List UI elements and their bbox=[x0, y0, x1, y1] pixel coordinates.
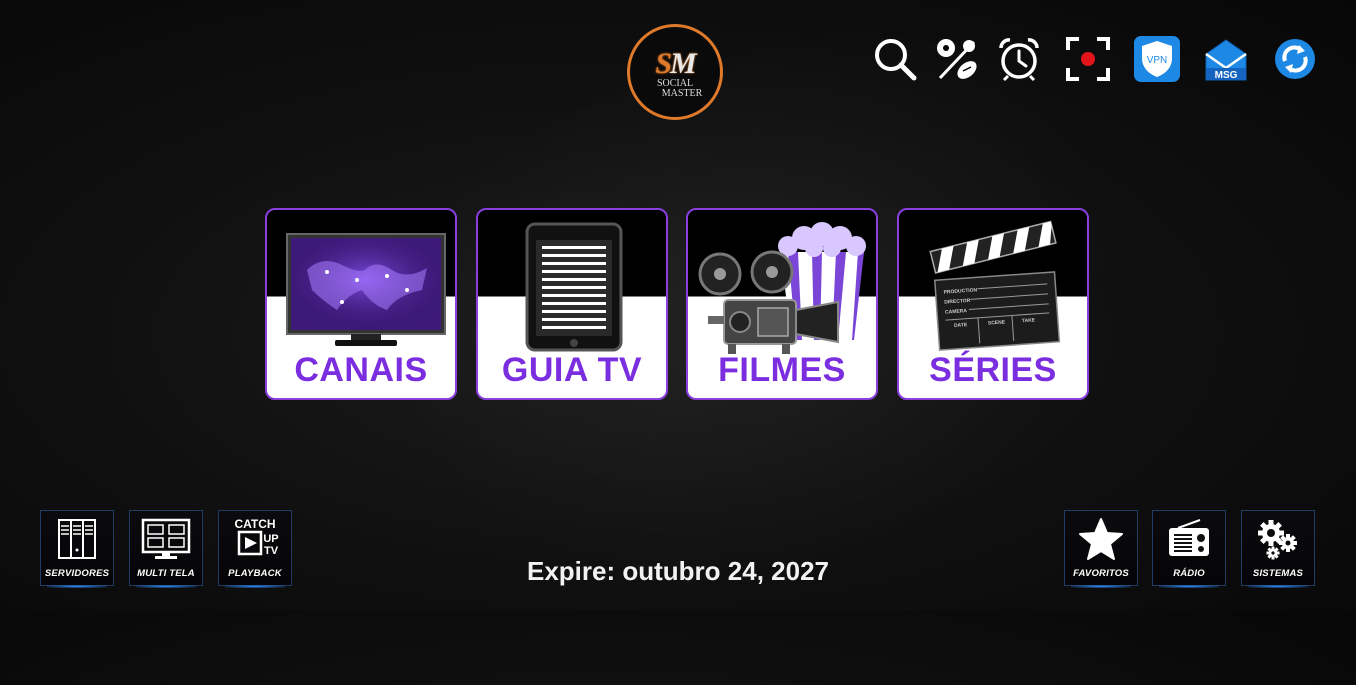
sistemas-label: SISTEMAS bbox=[1252, 568, 1304, 579]
tile-label: CANAIS bbox=[294, 351, 428, 389]
logo-line-2: MASTER bbox=[661, 88, 703, 99]
clapperboard-icon: PRODUCTION DIRECTOR CAMERA DATE SCENE TA… bbox=[929, 220, 1061, 351]
star-icon bbox=[1065, 517, 1137, 561]
clapper-scene: SCENE bbox=[988, 319, 1006, 326]
logo-mark-left: S bbox=[655, 47, 672, 80]
vpn-icon[interactable]: VPN bbox=[1134, 36, 1180, 82]
vpn-label: VPN bbox=[1147, 55, 1168, 66]
server-icon bbox=[41, 517, 113, 561]
multi-tela-label: MULTI TELA bbox=[137, 568, 195, 579]
logo-mark-right: M bbox=[670, 47, 697, 80]
expire-text: Expire: outubro 24, 2027 bbox=[527, 556, 829, 586]
tile-label: SÉRIES bbox=[929, 351, 1057, 389]
gears-icon bbox=[1242, 517, 1314, 561]
clapper-take: TAKE bbox=[1022, 317, 1036, 324]
tile-guia-tv[interactable]: GUIA TV bbox=[476, 208, 668, 400]
playback-label: PLAYBACK bbox=[228, 568, 282, 579]
playback-button[interactable]: CATCH UP TV PLAYBACK bbox=[218, 510, 292, 588]
multiscreen-icon bbox=[130, 517, 202, 561]
tile-filmes[interactable]: FILMES bbox=[686, 208, 878, 400]
tile-label: FILMES bbox=[718, 351, 846, 389]
search-icon[interactable] bbox=[872, 36, 918, 82]
tile-label: GUIA TV bbox=[501, 351, 643, 389]
alarm-icon[interactable] bbox=[996, 36, 1042, 82]
msg-icon[interactable]: MSG bbox=[1203, 36, 1249, 82]
app-logo: SM SOCIAL MASTER bbox=[627, 24, 723, 120]
sistemas-button[interactable]: SISTEMAS bbox=[1241, 510, 1315, 588]
favoritos-button[interactable]: FAVORITOS bbox=[1064, 510, 1138, 588]
radio-button[interactable]: RÁDIO bbox=[1152, 510, 1226, 588]
tv-map-icon bbox=[286, 233, 446, 346]
clapper-date: DATE bbox=[954, 322, 968, 329]
servidores-button[interactable]: SERVIDORES bbox=[40, 510, 114, 588]
tile-canais[interactable]: CANAIS bbox=[265, 208, 457, 400]
radio-icon bbox=[1153, 517, 1225, 561]
tv-text: TV bbox=[264, 545, 279, 557]
record-icon[interactable] bbox=[1065, 36, 1111, 82]
msg-label: MSG bbox=[1215, 70, 1238, 81]
projector-popcorn-icon bbox=[698, 222, 866, 354]
sports-icon[interactable] bbox=[934, 36, 980, 82]
catchup-text: CATCH bbox=[234, 517, 275, 531]
up-text: UP bbox=[263, 533, 278, 545]
tablet-guide-icon bbox=[525, 222, 623, 352]
logo-mark: SM bbox=[655, 47, 697, 80]
refresh-icon[interactable] bbox=[1272, 36, 1318, 82]
radio-label: RÁDIO bbox=[1173, 568, 1205, 579]
tile-series[interactable]: PRODUCTION DIRECTOR CAMERA DATE SCENE TA… bbox=[897, 208, 1089, 400]
catchup-icon: CATCH UP TV bbox=[219, 517, 291, 561]
favoritos-label: FAVORITOS bbox=[1073, 568, 1129, 579]
servidores-label: SERVIDORES bbox=[44, 568, 110, 579]
multi-tela-button[interactable]: MULTI TELA bbox=[129, 510, 203, 588]
